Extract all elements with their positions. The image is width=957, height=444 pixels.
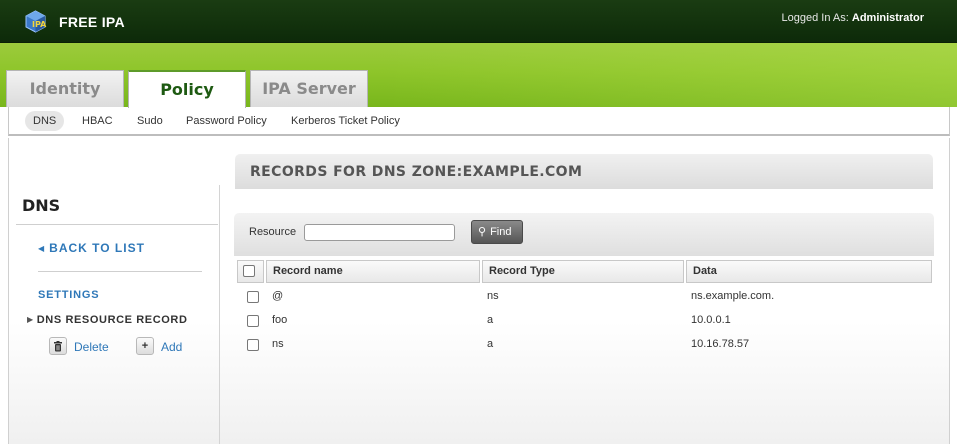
table-header: Record name Record Type Data [235, 258, 933, 284]
tab-ipa-server[interactable]: IPA Server [250, 70, 368, 107]
back-to-list-link[interactable]: ◀ BACK TO LIST [38, 241, 145, 255]
record-data-cell: 10.16.78.57 [691, 338, 750, 350]
sidebar-title: DNS [22, 196, 61, 215]
left-arrow-icon: ◀ [38, 244, 46, 253]
resource-label: Resource [249, 226, 297, 238]
tab-band: Identity Policy IPA Server [0, 43, 957, 108]
svg-text:IPA: IPA [32, 20, 47, 29]
plus-icon[interactable]: + [136, 337, 154, 355]
record-data-cell: ns.example.com. [691, 290, 775, 302]
table-row: @ ns ns.example.com. [235, 285, 933, 309]
record-name-cell[interactable]: @ [272, 290, 283, 302]
subnav-hbac[interactable]: HBAC [74, 111, 121, 131]
dns-resource-record-section[interactable]: ▶ DNS RESOURCE RECORD [27, 314, 188, 326]
find-button-label: Find [490, 226, 512, 238]
expand-triangle-icon: ▶ [27, 315, 34, 324]
subnav-sudo[interactable]: Sudo [129, 111, 171, 131]
app-title: FREE IPA [59, 14, 125, 30]
logged-in-status: Logged In As: Administrator [782, 12, 924, 24]
app-header: IPA FREE IPA Logged In As: Administrator [0, 0, 957, 43]
freeipa-logo-icon: IPA [25, 10, 47, 33]
record-type-cell: ns [487, 290, 499, 302]
subnav-password-policy[interactable]: Password Policy [178, 111, 275, 131]
sub-navigation: DNS HBAC Sudo Password Policy Kerberos T… [8, 107, 950, 136]
select-all-checkbox[interactable] [243, 265, 255, 277]
tab-identity[interactable]: Identity [6, 70, 124, 107]
delete-button[interactable]: Delete [74, 340, 109, 354]
subnav-kerberos-ticket-policy[interactable]: Kerberos Ticket Policy [283, 111, 408, 131]
resource-search-input[interactable] [304, 224, 455, 241]
search-bar: Resource ⚲ Find [234, 213, 934, 256]
sidebar-title-underline [16, 224, 218, 225]
back-to-list-label: BACK TO LIST [49, 241, 145, 255]
row-checkbox[interactable] [247, 339, 259, 351]
column-header-record-type[interactable]: Record Type [482, 260, 684, 283]
dns-resource-record-label: DNS RESOURCE RECORD [36, 314, 188, 326]
search-icon: ⚲ [478, 226, 487, 238]
page-title: RECORDS FOR DNS ZONE:EXAMPLE.COM [250, 164, 583, 180]
row-checkbox[interactable] [247, 291, 259, 303]
content-title-bar: RECORDS FOR DNS ZONE:EXAMPLE.COM [235, 154, 933, 189]
record-type-cell: a [487, 338, 494, 350]
table-row: ns a 10.16.78.57 [235, 333, 933, 357]
column-header-record-name[interactable]: Record name [266, 260, 480, 283]
sidebar-separator [38, 271, 202, 272]
row-checkbox[interactable] [247, 315, 259, 327]
table-row: foo a 10.0.0.1 [235, 309, 933, 333]
record-data-cell: 10.0.0.1 [691, 314, 731, 326]
record-name-cell[interactable]: foo [272, 314, 287, 326]
sidebar-divider [219, 185, 220, 444]
find-button[interactable]: ⚲ Find [471, 220, 523, 244]
record-name-cell[interactable]: ns [272, 338, 284, 350]
tab-policy[interactable]: Policy [128, 70, 246, 108]
record-type-cell: a [487, 314, 494, 326]
logged-in-label: Logged In As: [781, 12, 852, 24]
column-header-data[interactable]: Data [686, 260, 932, 283]
trash-icon[interactable] [49, 337, 67, 355]
add-button[interactable]: Add [161, 340, 182, 354]
header-checkbox-cell [237, 260, 264, 283]
subnav-dns[interactable]: DNS [25, 111, 65, 131]
logged-in-user: Administrator [851, 12, 924, 24]
settings-link[interactable]: SETTINGS [38, 289, 99, 301]
